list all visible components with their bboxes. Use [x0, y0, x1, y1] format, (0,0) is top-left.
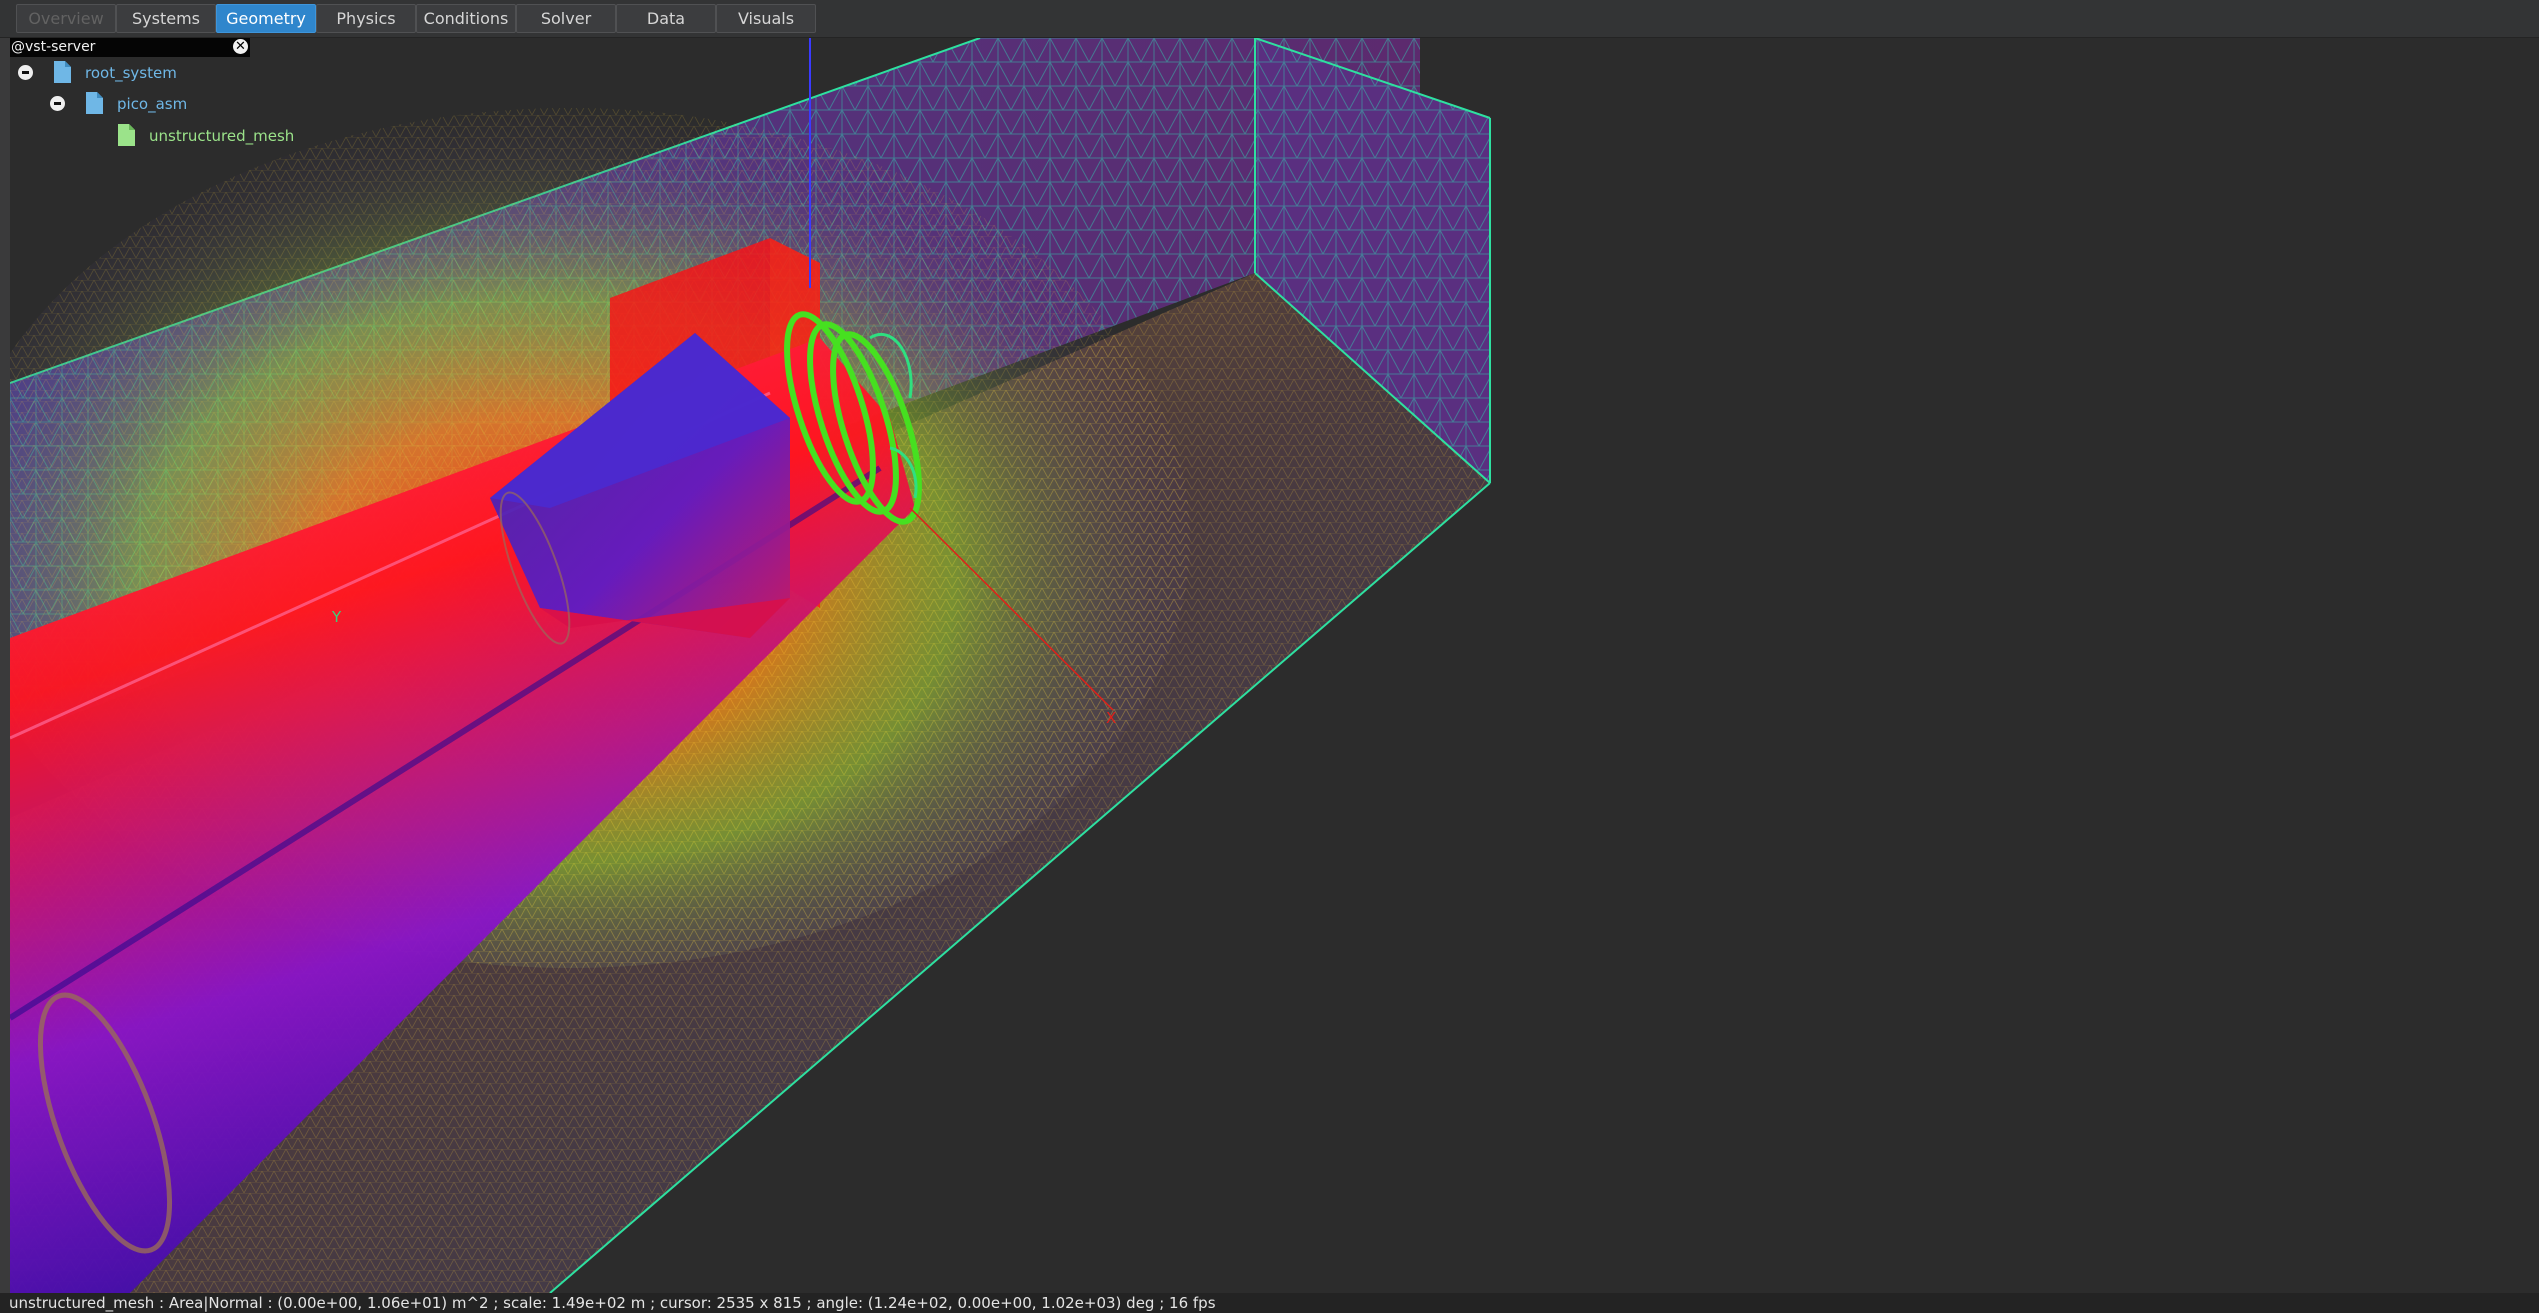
collapse-icon[interactable] — [18, 65, 33, 80]
tree-header: @vst-server ✕ — [10, 38, 250, 57]
system-tree: @vst-server ✕ root_system pico_asm unstr… — [10, 38, 294, 148]
file-icon — [54, 61, 71, 83]
file-icon — [118, 124, 135, 146]
status-bar: unstructured_mesh : Area|Normal : (0.00e… — [0, 1293, 2539, 1313]
collapse-icon[interactable] — [50, 96, 65, 111]
tree-label[interactable]: unstructured_mesh — [149, 127, 294, 145]
y-axis-label: Y — [332, 608, 342, 626]
close-icon[interactable]: ✕ — [233, 39, 248, 54]
tree-label[interactable]: pico_asm — [117, 95, 187, 113]
tree-label[interactable]: root_system — [85, 64, 177, 82]
tab-overview[interactable]: Overview — [16, 4, 116, 33]
tab-physics[interactable]: Physics — [316, 4, 416, 33]
file-icon — [86, 92, 103, 114]
tab-geometry[interactable]: Geometry — [216, 4, 316, 33]
x-axis-label: X — [1106, 709, 1117, 727]
viewport-left-border — [0, 38, 10, 1293]
3d-viewport[interactable]: Y X — [10, 38, 2539, 1293]
main-tab-bar: Overview Systems Geometry Physics Condit… — [0, 0, 2539, 38]
server-label: @vst-server — [11, 39, 96, 55]
tree-node-unstructured-mesh[interactable]: unstructured_mesh — [112, 123, 312, 149]
tab-data[interactable]: Data — [616, 4, 716, 33]
tab-systems[interactable]: Systems — [116, 4, 216, 33]
tab-solver[interactable]: Solver — [516, 4, 616, 33]
tree-node-pico-asm[interactable]: pico_asm — [48, 91, 248, 117]
status-text: unstructured_mesh : Area|Normal : (0.00e… — [9, 1294, 1216, 1312]
tab-conditions[interactable]: Conditions — [416, 4, 516, 33]
mesh-render[interactable] — [10, 38, 2539, 1293]
tree-node-root-system[interactable]: root_system — [16, 60, 216, 86]
tab-visuals[interactable]: Visuals — [716, 4, 816, 33]
